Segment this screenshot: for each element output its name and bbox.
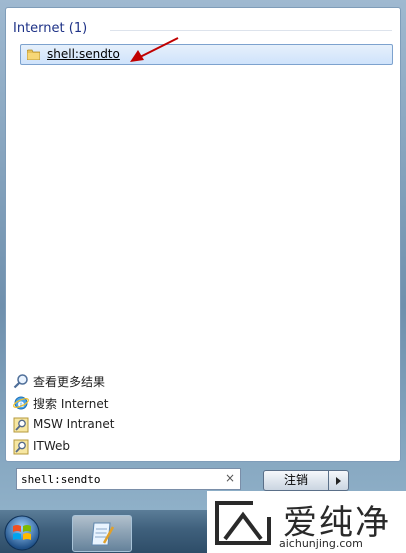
- logoff-button[interactable]: 注销: [263, 470, 329, 491]
- search-result-item[interactable]: shell:sendto: [20, 44, 393, 65]
- search-box[interactable]: ×: [16, 468, 241, 490]
- internet-explorer-icon: e: [13, 396, 29, 410]
- group-divider: [110, 30, 392, 31]
- group-header[interactable]: Internet (1): [13, 21, 87, 36]
- search-input[interactable]: [21, 471, 216, 487]
- watermark: 爱纯净 aichunjing.com: [207, 491, 406, 553]
- shutdown-options-button[interactable]: [329, 470, 349, 491]
- see-more-results-label: 查看更多结果: [33, 375, 106, 389]
- search-results-panel: Internet (1) shell:sendto 查看更多结果 e 搜索 In…: [5, 7, 401, 462]
- search-connector-icon: [13, 417, 29, 433]
- msw-intranet-label: MSW Intranet: [33, 417, 115, 431]
- search-result-label: shell:sendto: [47, 47, 120, 61]
- search-icon: [13, 374, 28, 389]
- chevron-right-icon: [336, 477, 341, 485]
- clear-search-icon[interactable]: ×: [225, 471, 235, 485]
- watermark-english-text: aichunjing.com: [279, 537, 363, 550]
- taskbar-app-button[interactable]: [72, 515, 132, 552]
- search-internet-label: 搜索 Internet: [33, 397, 109, 411]
- search-connector-icon: [13, 439, 29, 455]
- folder-icon: [27, 49, 40, 60]
- annotation-arrow-icon: [130, 37, 179, 62]
- aichunjing-logo-icon: [215, 501, 271, 545]
- windows-orb-icon[interactable]: [2, 513, 42, 553]
- itweb-label: ITWeb: [33, 439, 71, 453]
- notepad-icon: [91, 522, 115, 546]
- start-menu-frame: Internet (1) shell:sendto 查看更多结果 e 搜索 In…: [0, 0, 406, 510]
